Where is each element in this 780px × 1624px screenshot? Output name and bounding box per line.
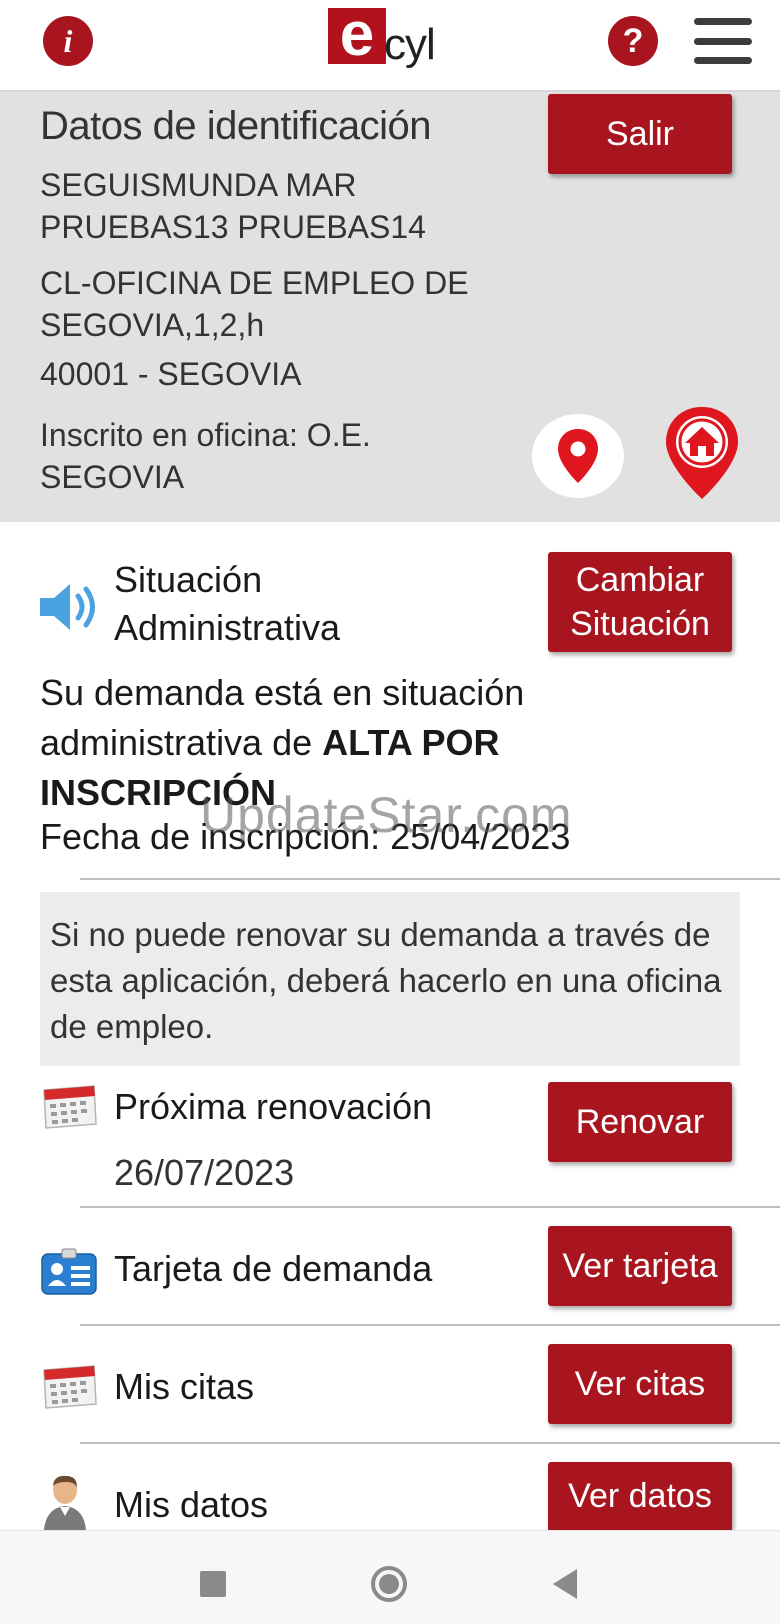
home-nav-dot — [379, 1574, 399, 1594]
help-glyph: ? — [622, 21, 644, 60]
situation-label-line2: Administrativa — [114, 607, 341, 648]
menu-bar — [694, 18, 752, 25]
id-card-icon — [40, 1246, 98, 1296]
user-address: CL-OFICINA DE EMPLEO DE SEGOVIA,1,2,h — [40, 265, 469, 343]
situation-label-line1: Situación — [114, 559, 263, 600]
user-name: SEGUISMUNDA MAR PRUEBAS13 PRUEBAS14 — [40, 167, 426, 245]
user-avatar-icon — [40, 1472, 98, 1530]
situation-label: Situación Administrativa — [114, 556, 340, 652]
view-card-button[interactable]: Ver tarjeta — [548, 1226, 732, 1306]
watermark: UpdateStar.com — [200, 787, 573, 843]
identification-title: Datos de identificación — [40, 104, 431, 148]
logo-text: cyl — [384, 20, 436, 69]
appointments-label: Mis citas — [114, 1366, 255, 1407]
change-situation-button[interactable]: Cambiar Situación — [548, 552, 732, 652]
system-navigation-bar — [0, 1530, 780, 1624]
my-data-label: Mis datos — [114, 1484, 269, 1525]
back-icon[interactable] — [553, 1569, 577, 1599]
map-pin-glyph — [558, 429, 598, 483]
info-icon[interactable]: i — [43, 16, 93, 66]
logo-letter: e — [328, 4, 386, 66]
menu-bar — [694, 37, 752, 45]
home-nav-icon[interactable] — [371, 1566, 407, 1602]
hamburger-menu-icon[interactable] — [694, 18, 752, 64]
user-office: Inscrito en oficina: O.E. SEGOVIA — [40, 417, 371, 495]
home-pin-glyph — [666, 407, 738, 499]
renew-button[interactable]: Renovar — [548, 1082, 732, 1162]
demand-card-label: Tarjeta de demanda — [114, 1248, 433, 1289]
logout-button[interactable]: Salir — [548, 94, 732, 174]
help-icon[interactable]: ? — [608, 16, 658, 66]
next-renewal-label: Próxima renovación — [114, 1086, 433, 1127]
divider — [80, 878, 780, 880]
recent-apps-icon[interactable] — [200, 1571, 226, 1597]
renewal-notice: Si no puede renovar su demanda a través … — [40, 892, 740, 1066]
calendar-icon — [40, 1362, 98, 1412]
next-renewal-date: 26/07/2023 — [114, 1152, 295, 1193]
calendar-icon — [40, 1082, 98, 1132]
identification-panel: Datos de identificación Salir SEGUISMUND… — [0, 92, 780, 522]
divider — [80, 1442, 780, 1444]
divider — [80, 1324, 780, 1326]
user-postal: 40001 - SEGOVIA — [40, 356, 302, 392]
change-situation-line1: Cambiar — [575, 561, 705, 599]
menu-bar — [694, 57, 752, 64]
app-header: i e cyl ? — [0, 0, 780, 92]
home-pin-icon[interactable] — [662, 404, 742, 502]
divider — [80, 1206, 780, 1208]
speaker-icon — [38, 580, 102, 634]
map-pin-icon[interactable] — [532, 414, 624, 498]
view-data-button[interactable]: Ver datos — [548, 1462, 732, 1530]
info-glyph: i — [63, 22, 73, 59]
ecyl-logo: e cyl — [328, 4, 452, 72]
change-situation-line2: Situación — [570, 605, 710, 643]
view-appointments-button[interactable]: Ver citas — [548, 1344, 732, 1424]
